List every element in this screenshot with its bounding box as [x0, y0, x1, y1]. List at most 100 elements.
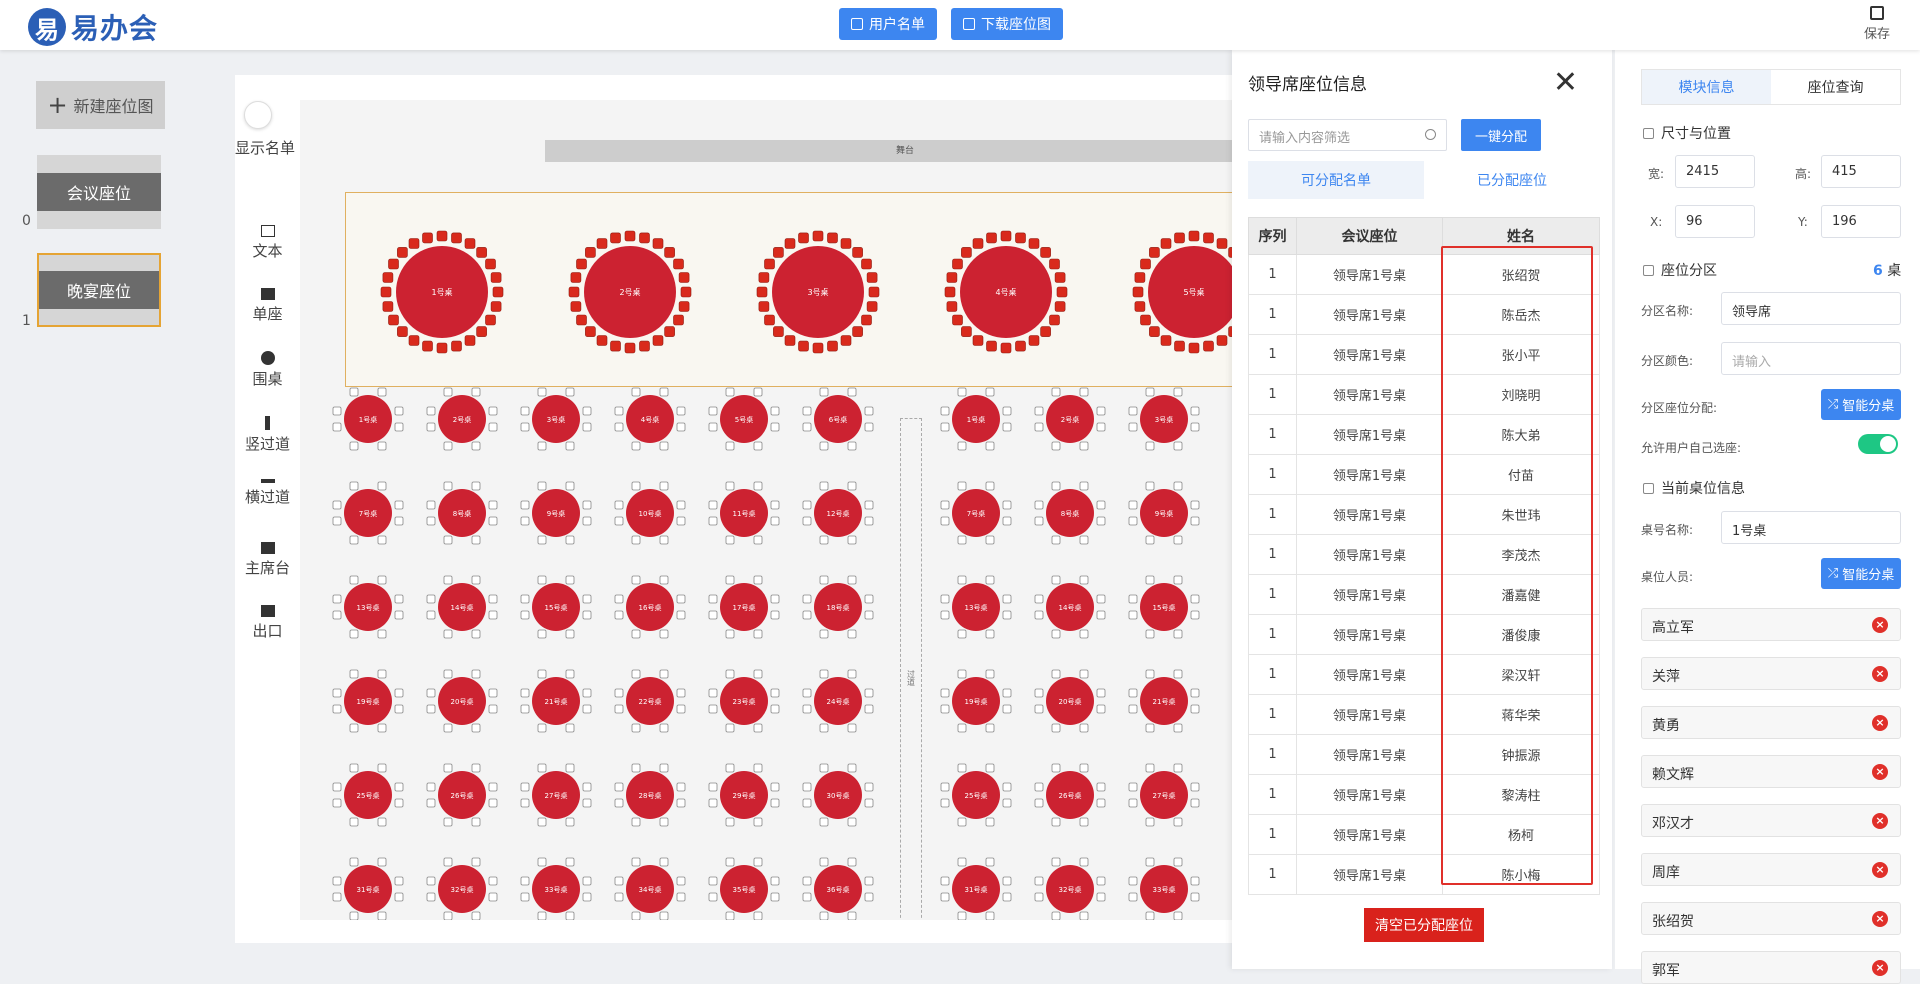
round-table[interactable]: 13号桌: [940, 575, 1012, 639]
user-list-button[interactable]: 用户名单: [839, 8, 937, 40]
remove-person-icon[interactable]: ×: [1872, 764, 1888, 780]
zone-color-input[interactable]: 请输入: [1721, 342, 1901, 375]
round-table[interactable]: 12号桌: [802, 481, 874, 545]
round-table[interactable]: 15号桌: [1128, 575, 1200, 639]
remove-person-icon[interactable]: ×: [1872, 715, 1888, 731]
height-input[interactable]: 415: [1821, 155, 1901, 188]
remove-person-icon[interactable]: ×: [1872, 911, 1888, 927]
search-icon[interactable]: [1425, 129, 1436, 140]
round-table[interactable]: 23号桌: [708, 669, 780, 733]
new-layout-button[interactable]: + 新建座位图: [36, 81, 165, 129]
round-table[interactable]: 5号桌: [1132, 230, 1245, 354]
round-table[interactable]: 2号桌: [426, 387, 498, 451]
y-input[interactable]: 196: [1821, 205, 1901, 238]
x-input[interactable]: 96: [1675, 205, 1755, 238]
round-table[interactable]: 27号桌: [1128, 763, 1200, 827]
round-table[interactable]: 1号桌: [380, 230, 504, 354]
remove-person-icon[interactable]: ×: [1872, 617, 1888, 633]
close-icon[interactable]: ✕: [1553, 68, 1578, 98]
tool-text[interactable]: 文本: [235, 225, 300, 261]
round-table[interactable]: 9号桌: [520, 481, 592, 545]
table-smart-assign-button[interactable]: ⤮ 智能分桌: [1821, 558, 1901, 589]
round-table[interactable]: 26号桌: [1034, 763, 1106, 827]
round-table[interactable]: 20号桌: [1034, 669, 1106, 733]
round-table[interactable]: 4号桌: [614, 387, 686, 451]
round-table[interactable]: 4号桌: [944, 230, 1068, 354]
tab-available-list[interactable]: 可分配名单: [1248, 161, 1424, 199]
round-table[interactable]: 24号桌: [802, 669, 874, 733]
round-table[interactable]: 19号桌: [940, 669, 1012, 733]
round-table[interactable]: 26号桌: [426, 763, 498, 827]
clear-assigned-button[interactable]: 清空已分配座位: [1364, 908, 1484, 942]
table-row[interactable]: 1 领导席1号桌 潘俊康: [1248, 614, 1600, 655]
round-table[interactable]: 3号桌: [520, 387, 592, 451]
table-row[interactable]: 1 领导席1号桌 朱世玮: [1248, 494, 1600, 535]
round-table[interactable]: 14号桌: [1034, 575, 1106, 639]
table-row[interactable]: 1 领导席1号桌 黎涛柱: [1248, 774, 1600, 815]
table-row[interactable]: 1 领导席1号桌 蒋华荣: [1248, 694, 1600, 735]
table-row[interactable]: 1 领导席1号桌 刘晓明: [1248, 374, 1600, 415]
show-list-toggle[interactable]: [244, 101, 272, 129]
round-table[interactable]: 14号桌: [426, 575, 498, 639]
round-table[interactable]: 28号桌: [614, 763, 686, 827]
round-table[interactable]: 13号桌: [332, 575, 404, 639]
round-table[interactable]: 33号桌: [520, 857, 592, 920]
template-meeting[interactable]: 会议座位: [37, 155, 161, 229]
table-row[interactable]: 1 领导席1号桌 钟振源: [1248, 734, 1600, 775]
tab-seat-query[interactable]: 座位查询: [1771, 70, 1900, 104]
round-table[interactable]: 3号桌: [756, 230, 880, 354]
round-table[interactable]: 30号桌: [802, 763, 874, 827]
round-table[interactable]: 2号桌: [568, 230, 692, 354]
round-table[interactable]: 10号桌: [614, 481, 686, 545]
round-table[interactable]: 29号桌: [708, 763, 780, 827]
table-row[interactable]: 1 领导席1号桌 梁汉轩: [1248, 654, 1600, 695]
seating-stage[interactable]: 舞台 过道 1号桌 2号桌 3号桌 4号桌 5号桌 1号桌 2号桌 3号桌 4号桌 5号桌 6号桌 7…: [300, 100, 1245, 920]
round-table[interactable]: 16号桌: [614, 575, 686, 639]
tab-assigned-seats[interactable]: 已分配座位: [1424, 161, 1600, 199]
round-table[interactable]: 18号桌: [802, 575, 874, 639]
round-table[interactable]: 19号桌: [332, 669, 404, 733]
download-layout-button[interactable]: 下载座位图: [951, 8, 1063, 40]
round-table[interactable]: 36号桌: [802, 857, 874, 920]
round-table[interactable]: 22号桌: [614, 669, 686, 733]
table-row[interactable]: 1 领导席1号桌 张绍贺: [1248, 254, 1600, 295]
round-table[interactable]: 31号桌: [332, 857, 404, 920]
assign-all-button[interactable]: 一键分配: [1461, 119, 1541, 151]
width-input[interactable]: 2415: [1675, 155, 1755, 188]
round-table[interactable]: 7号桌: [332, 481, 404, 545]
round-table[interactable]: 35号桌: [708, 857, 780, 920]
tool-seat[interactable]: 单座: [235, 288, 300, 324]
round-table[interactable]: 32号桌: [1034, 857, 1106, 920]
table-row[interactable]: 1 领导席1号桌 李茂杰: [1248, 534, 1600, 575]
round-table[interactable]: 33号桌: [1128, 857, 1200, 920]
round-table[interactable]: 20号桌: [426, 669, 498, 733]
tool-horizontal-aisle[interactable]: 横过道: [235, 479, 300, 507]
round-table[interactable]: 2号桌: [1034, 387, 1106, 451]
round-table[interactable]: 21号桌: [1128, 669, 1200, 733]
round-table[interactable]: 8号桌: [426, 481, 498, 545]
round-table[interactable]: 25号桌: [940, 763, 1012, 827]
round-table[interactable]: 5号桌: [708, 387, 780, 451]
round-table[interactable]: 1号桌: [940, 387, 1012, 451]
table-row[interactable]: 1 领导席1号桌 陈大弟: [1248, 414, 1600, 455]
remove-person-icon[interactable]: ×: [1872, 666, 1888, 682]
round-table[interactable]: 9号桌: [1128, 481, 1200, 545]
round-table[interactable]: 15号桌: [520, 575, 592, 639]
round-table[interactable]: 3号桌: [1128, 387, 1200, 451]
zone-name-input[interactable]: 领导席: [1721, 292, 1901, 325]
round-table[interactable]: 6号桌: [802, 387, 874, 451]
remove-person-icon[interactable]: ×: [1872, 862, 1888, 878]
round-table[interactable]: 11号桌: [708, 481, 780, 545]
tab-module-info[interactable]: 模块信息: [1642, 70, 1771, 104]
table-row[interactable]: 1 领导席1号桌 潘嘉健: [1248, 574, 1600, 615]
round-table[interactable]: 21号桌: [520, 669, 592, 733]
table-row[interactable]: 1 领导席1号桌 付苗: [1248, 454, 1600, 495]
tool-round-table[interactable]: 围桌: [235, 351, 300, 389]
allow-self-select-switch[interactable]: [1858, 434, 1898, 454]
table-row[interactable]: 1 领导席1号桌 杨柯: [1248, 814, 1600, 855]
remove-person-icon[interactable]: ×: [1872, 813, 1888, 829]
round-table[interactable]: 31号桌: [940, 857, 1012, 920]
tool-podium[interactable]: 主席台: [235, 542, 300, 578]
filter-input[interactable]: 请输入内容筛选: [1248, 119, 1447, 151]
tool-vertical-aisle[interactable]: 竖过道: [235, 416, 300, 454]
